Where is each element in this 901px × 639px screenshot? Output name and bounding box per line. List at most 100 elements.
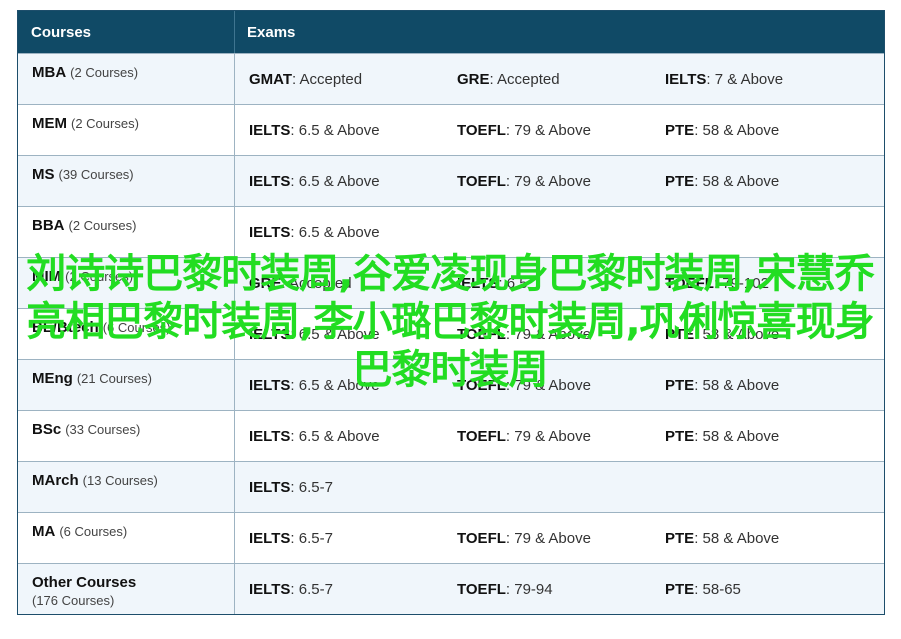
exam-name: IELTS [249, 529, 291, 547]
exam-score: : 58 & Above [694, 172, 780, 190]
exam-name: PTE [665, 529, 695, 547]
exam-name: IELTS [249, 580, 291, 598]
exam-score: : 79-94 [505, 580, 553, 598]
table-row: Other Courses (176 Courses) IELTS: 6.5-7 TO… [18, 563, 884, 614]
exam-score: : Accepted [292, 70, 363, 88]
exam-score: : 7 & Above [706, 70, 784, 88]
exam-score: : 6.5 & Above [290, 427, 380, 445]
exam-name: IELTS [249, 172, 291, 190]
course-name[interactable]: MBA [32, 64, 66, 81]
table-row: MArch (13 Courses) IELTS: 6.5-7 [18, 461, 884, 512]
exam-requirement: IELTS: 6.5 & Above [235, 173, 443, 190]
exams-cell: IELTS: 6.5 & Above TOEFL: 79 & Above PTE: … [235, 411, 884, 461]
exam-requirement: IELTS: 6.5-7 [235, 581, 443, 598]
exam-score: : 6.5 & Above [290, 223, 380, 241]
exam-requirement: PTE: 58 & Above [651, 530, 859, 547]
exam-requirement: GRE: Accepted [443, 71, 651, 88]
table-header: Courses Exams [18, 11, 884, 53]
exam-requirement: PTE: 58 & Above [651, 173, 859, 190]
exam-requirement: TOEFL: 79 & Above [443, 122, 651, 139]
course-cell: MBA (2 Courses) [18, 54, 235, 104]
exam-requirement: IELTS: 6.5 & Above [235, 428, 443, 445]
exam-requirement: IELTS: 7 & Above [651, 71, 859, 88]
header-courses: Courses [18, 11, 235, 53]
exam-score: : 79 & Above [505, 172, 591, 190]
course-cell: MArch (13 Courses) [18, 462, 235, 512]
exam-score: : 6.5-7 [290, 580, 333, 598]
exam-score: : 58 & Above [694, 121, 780, 139]
course-name[interactable]: Other Courses [32, 574, 136, 591]
exam-score: : 6.5-7 [290, 478, 333, 496]
course-name[interactable]: MArch [32, 472, 79, 489]
exam-requirement: IELTS: 6.5-7 [235, 530, 443, 547]
exam-requirement: IELTS: 6.5 & Above [235, 224, 443, 241]
course-cell: Other Courses (176 Courses) [18, 564, 235, 614]
exam-requirement: TOEFL: 79-94 [443, 581, 651, 598]
course-name[interactable]: MEM [32, 115, 67, 132]
course-name[interactable]: MA [32, 523, 55, 540]
overlay-caption: 刘诗诗巴黎时装周,谷爱凌现身巴黎时装周,宋慧乔亮相巴黎时装周,李小璐巴黎时装周,… [26, 251, 874, 393]
exams-cell: GMAT: Accepted GRE: Accepted IELTS: 7 & Ab… [235, 54, 884, 104]
exam-score: : 79 & Above [505, 427, 591, 445]
exam-name: TOEFL [457, 172, 506, 190]
table-row: BSc (33 Courses) IELTS: 6.5 & Above TOEFL: … [18, 410, 884, 461]
exams-cell: IELTS: 6.5 & Above TOEFL: 79 & Above PTE: … [235, 156, 884, 206]
exam-requirement: IELTS: 6.5-7 [235, 479, 443, 496]
exam-score: : Accepted [489, 70, 560, 88]
course-cell: MEM (2 Courses) [18, 105, 235, 155]
exam-score: : 6.5 & Above [290, 172, 380, 190]
exam-name: TOEFL [457, 121, 506, 139]
course-count: (13 Courses) [82, 473, 158, 488]
exam-score: : 58-65 [694, 580, 741, 598]
course-name[interactable]: BSc [32, 421, 61, 438]
course-count: (2 Courses) [68, 218, 137, 233]
exam-score: : 58 & Above [694, 529, 780, 547]
exam-score: : 79 & Above [505, 529, 591, 547]
exam-name: PTE [665, 427, 695, 445]
exam-requirement: IELTS: 6.5 & Above [235, 122, 443, 139]
exams-cell: IELTS: 6.5 & Above TOEFL: 79 & Above PTE: … [235, 105, 884, 155]
exam-name: IELTS [665, 70, 707, 88]
exam-name: TOEFL [457, 529, 506, 547]
course-name[interactable]: MS [32, 166, 55, 183]
exam-name: PTE [665, 121, 695, 139]
exam-requirement: TOEFL: 79 & Above [443, 428, 651, 445]
exam-name: IELTS [249, 223, 291, 241]
exam-name: IELTS [249, 427, 291, 445]
exam-name: GRE [457, 70, 490, 88]
table-row: MEM (2 Courses) IELTS: 6.5 & Above TOEFL: 7… [18, 104, 884, 155]
course-cell: BSc (33 Courses) [18, 411, 235, 461]
exams-cell: IELTS: 6.5-7 TOEFL: 79-94 PTE: 58-65 [235, 564, 884, 614]
exam-requirement: PTE: 58 & Above [651, 428, 859, 445]
course-count: (2 Courses) [70, 65, 139, 80]
table-row: MS (39 Courses) IELTS: 6.5 & Above TOEFL: 7… [18, 155, 884, 206]
exams-cell: IELTS: 6.5-7 TOEFL: 79 & Above PTE: 58 & A… [235, 513, 884, 563]
course-count: (6 Courses) [59, 524, 128, 539]
exam-name: TOEFL [457, 427, 506, 445]
header-exams: Exams [247, 23, 296, 41]
exam-name: PTE [665, 172, 695, 190]
course-count: (33 Courses) [65, 422, 141, 437]
course-count: (39 Courses) [58, 167, 134, 182]
course-cell: MS (39 Courses) [18, 156, 235, 206]
exam-name: GMAT [249, 70, 293, 88]
exam-requirement: TOEFL: 79 & Above [443, 173, 651, 190]
exam-name: IELTS [249, 121, 291, 139]
exam-score: : 79 & Above [505, 121, 591, 139]
exam-requirement: GMAT: Accepted [235, 71, 443, 88]
table-row: MA (6 Courses) IELTS: 6.5-7 TOEFL: 79 & Abo… [18, 512, 884, 563]
exam-score: : 58 & Above [694, 427, 780, 445]
exam-name: TOEFL [457, 580, 506, 598]
course-count: (2 Courses) [71, 116, 139, 131]
exam-requirement: TOEFL: 79 & Above [443, 530, 651, 547]
table-row: MBA (2 Courses) GMAT: Accepted GRE: Accepte… [18, 53, 884, 104]
exam-name: IELTS [249, 478, 291, 496]
exam-score: : 6.5-7 [290, 529, 333, 547]
course-name[interactable]: BBA [32, 217, 65, 234]
exam-score: : 6.5 & Above [290, 121, 380, 139]
exam-name: PTE [665, 580, 695, 598]
exam-requirement: PTE: 58 & Above [651, 122, 859, 139]
exam-requirement: PTE: 58-65 [651, 581, 859, 598]
course-count: (176 Courses) [32, 593, 115, 608]
course-cell: MA (6 Courses) [18, 513, 235, 563]
